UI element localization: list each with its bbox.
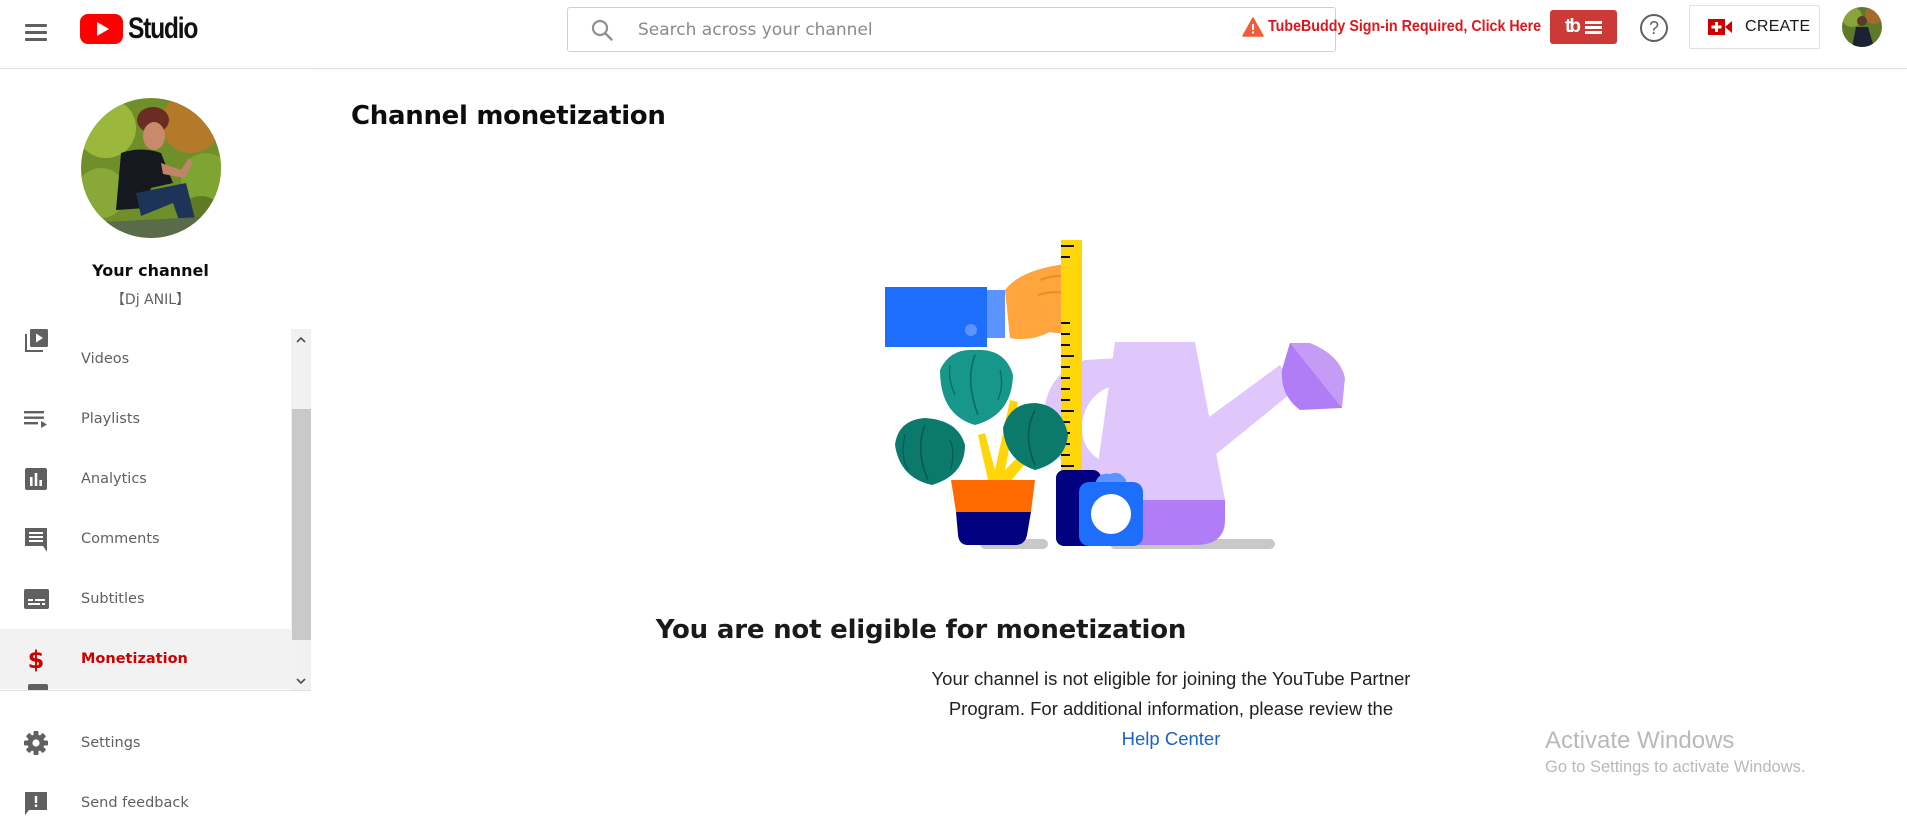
description-line-2: Program. For additional information, ple… (948, 698, 1394, 719)
tubebuddy-warning-text: TubeBuddy Sign-in Required, Click Here (1268, 18, 1542, 35)
not-eligible-description: Your channel is not eligible for joining… (811, 664, 1531, 754)
not-eligible-heading: You are not eligible for monetization (655, 615, 1187, 645)
watermark-subtitle: Go to Settings to activate Windows. (1545, 758, 1806, 776)
channel-title: Your channel (92, 261, 209, 280)
svg-text:$: $ (28, 646, 45, 672)
help-center-link[interactable]: Help Center (811, 724, 1531, 754)
ruler-tick (1061, 388, 1070, 390)
dollar-icon: $ (28, 646, 45, 672)
scroll-down-arrow[interactable] (291, 671, 311, 690)
ruler-tick (1061, 410, 1074, 412)
gear-icon (24, 731, 48, 755)
pot-rim (951, 480, 1035, 512)
channel-avatar[interactable] (81, 98, 221, 238)
scrollbar-thumb[interactable] (292, 409, 311, 640)
ruler-tick (1061, 344, 1070, 346)
activate-windows-watermark: Activate Windows Go to Settings to activ… (1545, 727, 1805, 777)
measuring-ruler (1061, 240, 1082, 488)
tubebuddy-logo-icon: tb (1565, 16, 1581, 37)
leaf-left (895, 418, 965, 485)
tape-measure-hole (1091, 494, 1131, 534)
sidebar-item-label: Subtitles (81, 591, 145, 607)
question-circle-icon[interactable]: ? (1640, 14, 1668, 42)
menu-lines-icon (1584, 21, 1602, 34)
create-label: CREATE (1745, 18, 1811, 35)
scroll-up-arrow[interactable] (291, 329, 311, 349)
watering-can-spout (1205, 365, 1295, 455)
logo-text: Studio (128, 12, 198, 45)
partial-next-item-icon (28, 684, 48, 690)
search-input[interactable] (638, 8, 1158, 51)
hamburger-menu-icon[interactable] (20, 16, 52, 48)
comments-icon (25, 528, 47, 552)
top-app-bar: Studio TubeBuddy Sign-in Required, Click… (0, 0, 1907, 69)
pot-base (956, 512, 1031, 545)
sidebar-item-monetization[interactable]: $ Monetization (0, 629, 291, 689)
sidebar-item-label: Monetization (81, 651, 188, 667)
tubebuddy-menu-button[interactable]: tb (1550, 10, 1617, 44)
sleeve-button (965, 324, 977, 336)
sidebar-item-label: Analytics (81, 471, 147, 487)
sidebar-item-settings[interactable]: Settings (0, 713, 291, 773)
leaf-top (940, 349, 1013, 425)
analytics-icon (25, 468, 47, 490)
tubebuddy-signin-warning[interactable]: TubeBuddy Sign-in Required, Click Here (1242, 15, 1565, 39)
sidebar-item-send-feedback[interactable]: Send feedback (0, 773, 291, 833)
subtitles-icon (24, 589, 49, 609)
sidebar-item-comments[interactable]: Comments (0, 509, 291, 569)
ruler-tick (1061, 333, 1070, 335)
warning-triangle-icon (1242, 17, 1264, 37)
main-content: Channel monetization You are not eligibl… (311, 69, 1907, 830)
sidebar-item-label: Comments (81, 531, 160, 547)
ruler-tick (1061, 366, 1070, 368)
ruler-tick (1061, 465, 1074, 467)
create-button[interactable]: CREATE (1689, 5, 1820, 49)
channel-name: 【Dj ANIL】 (110, 292, 191, 308)
ruler-tick (1061, 355, 1074, 357)
search-bar[interactable] (567, 7, 1336, 52)
ruler-tick (1061, 245, 1074, 247)
sidebar-item-playlists[interactable]: Playlists (0, 389, 291, 449)
sidebar-nav-list: Videos Playlists Analytics Comments Subt… (0, 329, 311, 691)
ruler-tick (1061, 399, 1070, 401)
ruler-tick (1061, 377, 1070, 379)
sleeve (885, 287, 987, 347)
playlists-icon (24, 411, 47, 428)
watermark-title: Activate Windows (1545, 727, 1735, 754)
create-video-icon (1708, 19, 1732, 35)
sidebar-item-analytics[interactable]: Analytics (0, 449, 291, 509)
not-eligible-illustration (885, 240, 1345, 549)
sidebar-item-label: Settings (81, 735, 141, 751)
sidebar-item-label: Playlists (81, 411, 141, 427)
youtube-play-icon (80, 14, 123, 44)
ruler-tick (1061, 454, 1070, 456)
cuff (987, 290, 1005, 338)
page-title: Channel monetization (351, 101, 666, 131)
ruler-tick (1061, 256, 1070, 258)
sidebar: Your channel 【Dj ANIL】 Videos Playlists (0, 69, 311, 830)
description-line-1: Your channel is not eligible for joining… (931, 668, 1411, 689)
feedback-icon (25, 792, 47, 815)
sidebar-scrollbar[interactable] (291, 329, 311, 690)
search-icon (591, 19, 613, 41)
sidebar-item-label: Send feedback (81, 795, 189, 811)
videos-icon (25, 329, 48, 352)
account-avatar[interactable] (1842, 7, 1882, 47)
sidebar-item-label: Videos (81, 351, 130, 367)
sidebar-item-subtitles[interactable]: Subtitles (0, 569, 291, 629)
sidebar-item-videos[interactable]: Videos (0, 329, 291, 389)
ruler-tick (1061, 322, 1070, 324)
studio-logo[interactable]: Studio (80, 12, 212, 46)
